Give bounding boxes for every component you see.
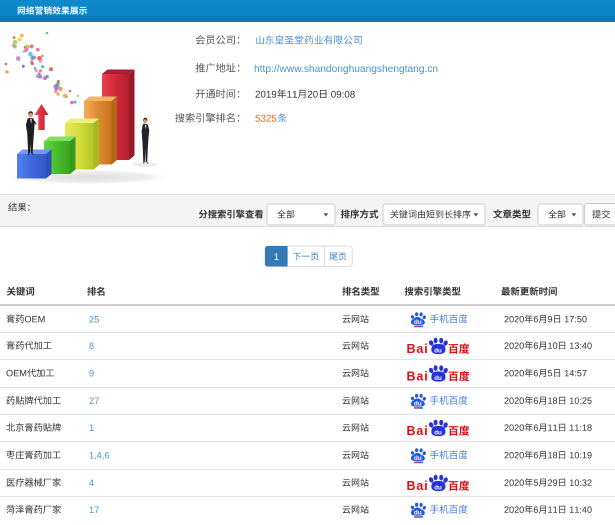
svg-text:du: du <box>434 375 442 382</box>
svg-text:1: 1 <box>89 423 94 433</box>
svg-text:du: du <box>414 455 422 462</box>
svg-text:http://www.shandonghuangshengt: http://www.shandonghuangshengtang.cn <box>254 64 438 75</box>
svg-text:4: 4 <box>89 478 94 488</box>
svg-text:25: 25 <box>89 314 99 324</box>
svg-text:du: du <box>434 348 442 355</box>
svg-text:8: 8 <box>89 341 94 351</box>
svg-text:du: du <box>434 430 442 437</box>
svg-text:du: du <box>414 401 422 408</box>
svg-text:du: du <box>414 319 422 326</box>
svg-text:Bai: Bai <box>407 342 429 356</box>
svg-text:17: 17 <box>89 505 99 515</box>
svg-text:9: 9 <box>89 368 94 378</box>
svg-text:du: du <box>434 485 442 492</box>
svg-text:Bai: Bai <box>407 479 429 493</box>
svg-text:1: 1 <box>274 252 279 263</box>
svg-text:du: du <box>414 510 422 517</box>
svg-text:27: 27 <box>89 396 99 406</box>
svg-text:1,4,6: 1,4,6 <box>89 450 109 460</box>
svg-text:Bai: Bai <box>407 424 429 438</box>
svg-text:Bai: Bai <box>407 370 429 384</box>
